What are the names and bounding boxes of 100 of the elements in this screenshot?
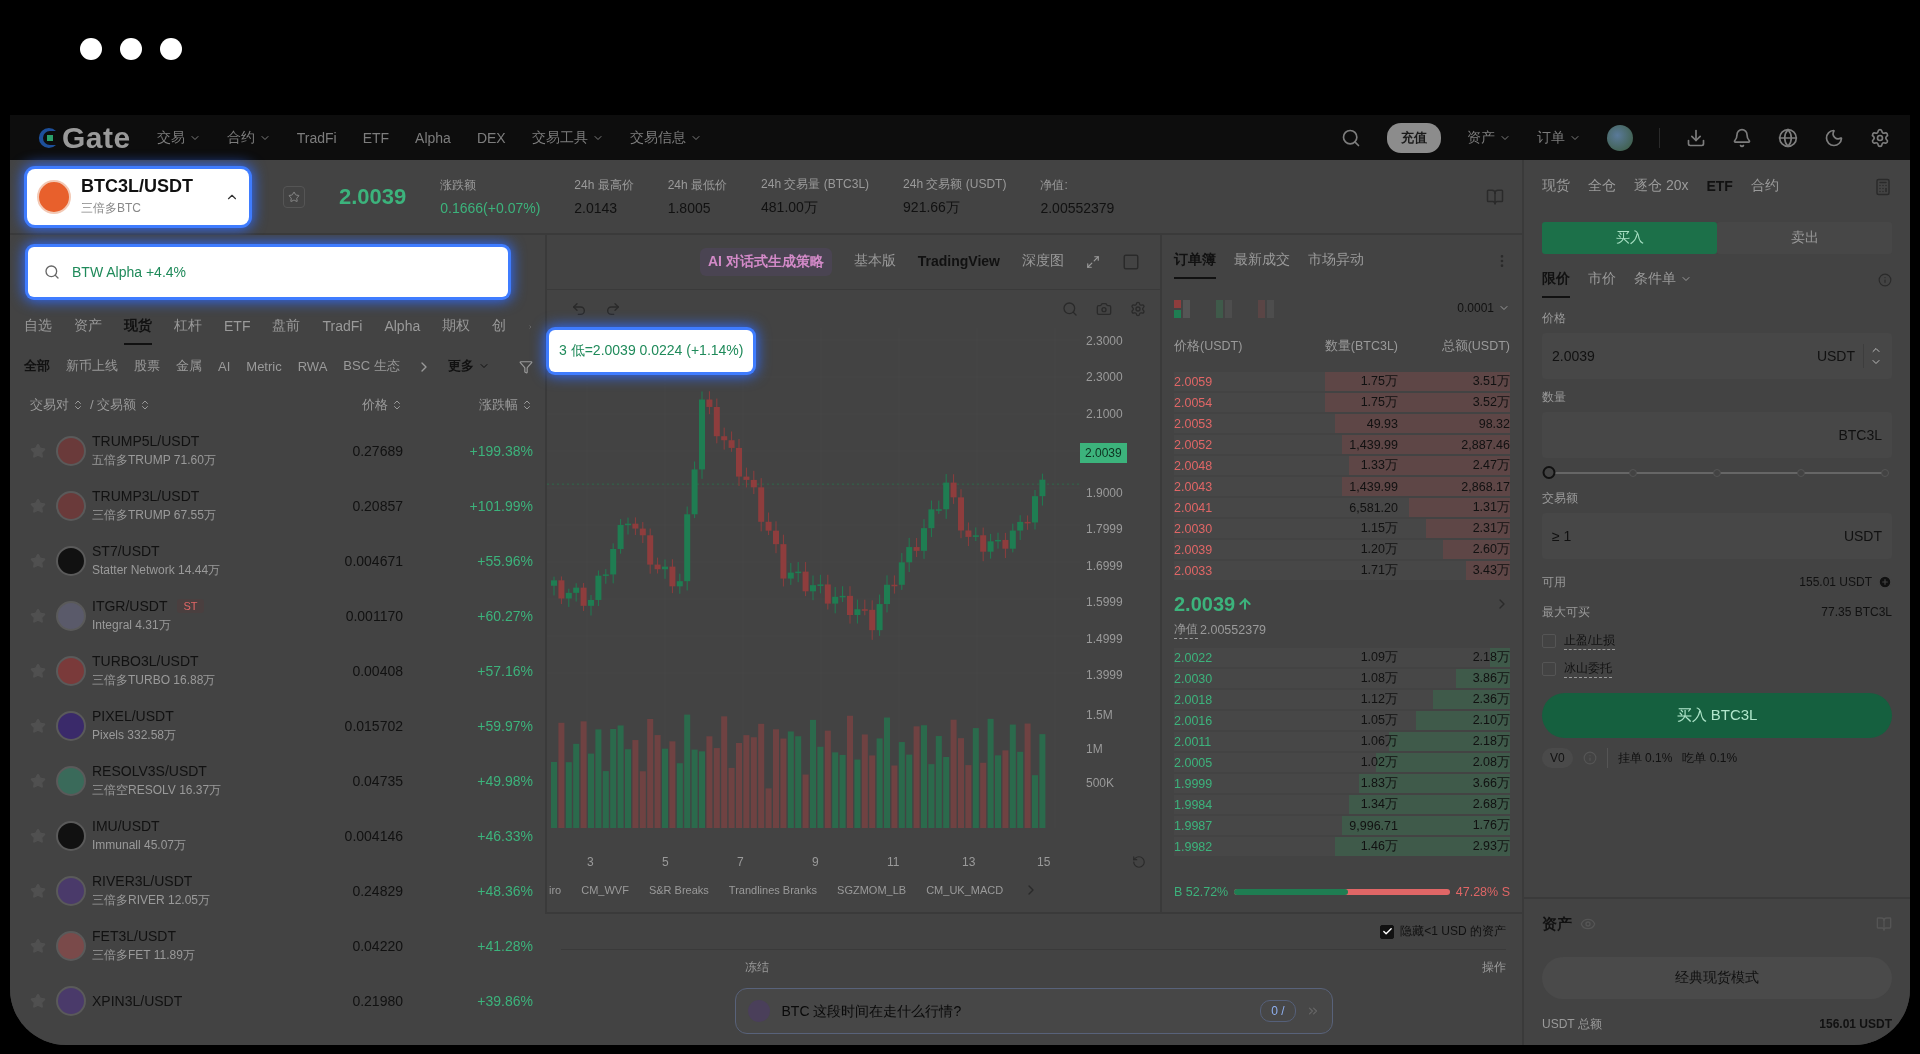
column-header: 操作 <box>1482 958 1506 976</box>
market-tab[interactable]: TradFi <box>322 310 363 344</box>
order-amount: 1.34万 <box>1359 796 1398 813</box>
change-cell-text: +60.27% <box>476 607 533 624</box>
nav-menu-item[interactable]: 订单 <box>1537 128 1581 147</box>
search-field[interactable]: BTW Alpha +4.4% <box>28 247 508 297</box>
nav-menu-item[interactable]: 资产 <box>1467 128 1511 147</box>
trade-tab[interactable]: 逐仓 20x <box>1634 169 1689 205</box>
nav-menu-item[interactable]: 交易工具 <box>531 128 604 147</box>
order-price: 2.0052 <box>1174 437 1214 452</box>
market-tab[interactable]: ETF <box>224 310 251 344</box>
change-cell-text: +39.86% <box>476 992 533 1009</box>
change-cell-text: +48.36% <box>476 882 533 899</box>
change-cell-text: +46.33% <box>476 827 533 844</box>
order-price: 2.0018 <box>1174 692 1214 707</box>
chat-text-input[interactable]: BTC 这段时间在走什么行情? <box>779 1002 1251 1020</box>
chart-tab[interactable]: 基本版 <box>853 244 896 280</box>
indicator-label[interactable]: Trandlines Branks <box>728 884 818 896</box>
filter-chip[interactable]: RWA <box>297 350 328 384</box>
market-tab[interactable]: Alpha <box>384 310 421 344</box>
change-cell-text: +199.38% <box>468 442 533 459</box>
nav-menu-item[interactable]: TradFi <box>296 129 337 146</box>
trade-tab[interactable]: 全仓 <box>1588 169 1616 205</box>
side-toggle[interactable]: 卖出 <box>1717 222 1892 254</box>
stat-label: 24h 交易额 (USDT) <box>903 176 1007 193</box>
chart-tab[interactable]: 深度图 <box>1022 244 1064 280</box>
trade-tab[interactable]: 合约 <box>1750 169 1779 205</box>
order-total: 2.31万 <box>1471 520 1510 537</box>
order-price: 2.0043 <box>1174 479 1214 494</box>
axis-label: 2.3000 <box>1085 334 1123 348</box>
order-price: 2.0016 <box>1174 713 1214 728</box>
column-header[interactable]: / 交易额 <box>90 396 152 414</box>
indicator-label[interactable]: CM_UK_MACD <box>926 884 1004 896</box>
order-price: 2.0048 <box>1174 458 1214 473</box>
market-tab[interactable]: 盘前 <box>272 309 301 345</box>
market-tab[interactable]: 创 <box>492 309 507 345</box>
search-input[interactable]: BTW Alpha +4.4% <box>70 263 492 281</box>
filter-chip[interactable]: AI <box>218 350 231 384</box>
orderbook-tab[interactable]: 最新成交 <box>1234 243 1290 279</box>
order-total: 2.08万 <box>1471 754 1510 771</box>
trade-tab[interactable]: 现货 <box>1542 169 1570 205</box>
order-type-tab[interactable]: 市价 <box>1588 262 1616 298</box>
pair-subtitle: Pixels 332.58万 <box>92 726 178 744</box>
indicator-label[interactable]: CM_WVF <box>581 884 629 896</box>
change-cell-text: +41.28% <box>476 937 533 954</box>
order-amount: 49.93 <box>1365 416 1398 431</box>
ai-strategy-tag[interactable]: AI 对话式生成策略 <box>699 248 832 276</box>
info-label: 最大可买 <box>1542 603 1590 621</box>
market-tab[interactable]: 期权 <box>442 309 471 345</box>
mid-price: 2.0039 <box>1174 592 1236 616</box>
nav-menu-item[interactable]: 交易信息 <box>629 128 702 147</box>
market-tab[interactable]: 杠杆 <box>174 309 202 345</box>
axis-label: 3 <box>587 855 595 869</box>
column-header[interactable]: 交易对 <box>30 396 84 414</box>
filter-chip[interactable]: 新币上线 <box>66 349 118 385</box>
nav-menu-item[interactable]: Alpha <box>415 129 451 146</box>
tag: ST <box>177 598 204 613</box>
pair-subtitle: 三倍多RIVER 12.05万 <box>92 891 212 909</box>
order-price: 2.0022 <box>1174 650 1214 665</box>
nav-label: 净值 <box>1174 621 1198 639</box>
order-amount: 1.02万 <box>1359 754 1398 771</box>
chat-input[interactable]: BTC 这段时间在走什么行情? 0 / <box>734 988 1333 1034</box>
column-header: 数量(BTC3L) <box>1323 337 1398 355</box>
order-amount: 9,996.71 <box>1348 818 1398 833</box>
axis-label: 1.3999 <box>1085 667 1123 682</box>
field-label: 交易额 <box>1542 490 1579 507</box>
pair-selector[interactable]: BTC3L/USDT 三倍多BTC <box>27 168 249 225</box>
logo-text: Gate <box>62 120 131 155</box>
axis-label: 7 <box>737 855 745 869</box>
filter-chip[interactable]: 股票 <box>134 349 160 385</box>
order-type-tab[interactable]: 条件单 <box>1634 262 1692 298</box>
pair-subtitle: 五倍多TRUMP 71.60万 <box>92 451 217 469</box>
nav-menu-item[interactable]: ETF <box>362 129 390 146</box>
order-price: 2.0041 <box>1174 500 1214 515</box>
indicator-label[interactable]: S&R Breaks <box>648 884 709 896</box>
nav-menu-item[interactable]: DEX <box>476 129 506 146</box>
filter-chip[interactable]: Metric <box>246 350 282 384</box>
current-price-tag: 2.0039 <box>1080 443 1127 464</box>
nav-menu-item[interactable]: 合约 <box>226 128 271 147</box>
indicator-label[interactable]: SGZMOM_LB <box>837 884 907 896</box>
column-header[interactable]: 涨跌幅 <box>403 396 533 414</box>
filter-chip[interactable]: BSC 生态 <box>343 349 400 385</box>
filter-chip[interactable]: 金属 <box>176 349 202 385</box>
order-amount: 1.33万 <box>1359 457 1398 474</box>
nav-menu-item[interactable]: 交易 <box>156 128 201 147</box>
market-tab[interactable]: 自选 <box>24 309 52 345</box>
order-total: 2.10万 <box>1471 712 1510 729</box>
info-label: USDT 总额 <box>1542 1015 1602 1033</box>
pair-subtitle: 三倍多BTC <box>81 200 142 217</box>
axis-label: 1M <box>1085 742 1104 756</box>
market-tab[interactable]: 资产 <box>74 309 102 345</box>
order-total: 3.52万 <box>1471 394 1510 411</box>
deposit-button[interactable]: 充值 <box>1387 122 1441 153</box>
indicator-label[interactable]: iro <box>549 884 562 896</box>
order-amount: 1.83万 <box>1359 775 1398 792</box>
orderbook-tab[interactable]: 市场异动 <box>1308 243 1364 279</box>
buy-submit-button[interactable]: 买入 BTC3L <box>1542 693 1892 738</box>
stat-value: 0.1666(+0.07%) <box>440 200 541 216</box>
side-toggle[interactable]: 买入 <box>1542 222 1717 254</box>
column-header[interactable]: 价格 <box>263 396 403 414</box>
